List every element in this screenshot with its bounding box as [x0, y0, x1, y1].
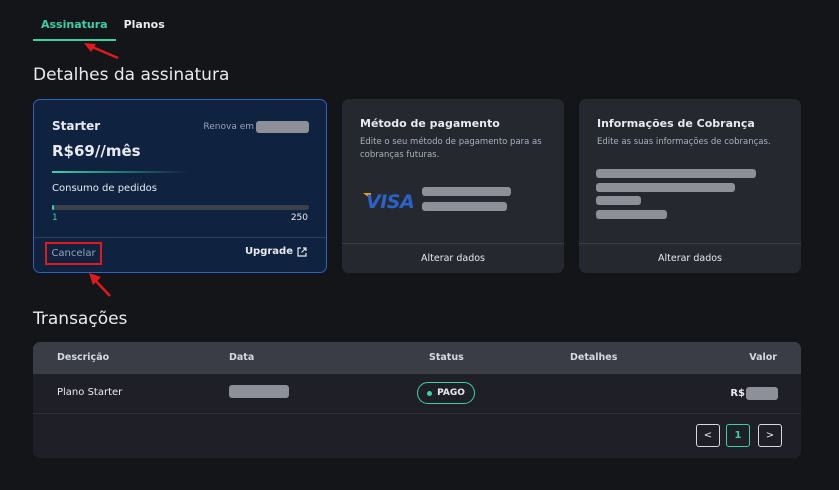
status-dot-icon: [427, 390, 433, 396]
billing-info-card: Informações de Cobrança Edite as suas in…: [579, 99, 801, 273]
redacted-billing-line: [596, 169, 756, 178]
value-currency: R$: [730, 388, 745, 399]
external-link-icon: [297, 246, 307, 257]
annotation-arrow-icon: [84, 43, 119, 60]
billing-description: Edite as suas informações de cobranças.: [597, 137, 771, 147]
section-title-details: Detalhes da assinatura: [33, 65, 230, 85]
annotation-arrow-icon: [89, 273, 111, 297]
status-badge: PAGO: [417, 382, 475, 404]
tab-planos[interactable]: Planos: [116, 0, 173, 41]
redacted-billing-line: [596, 183, 735, 192]
transaction-value: R$: [730, 387, 778, 400]
usage-progress-bar: [52, 205, 309, 210]
redacted-billing-line: [596, 210, 667, 219]
renew-label: Renova em: [203, 122, 254, 132]
billing-edit-button[interactable]: Alterar dados: [579, 244, 801, 273]
payment-edit-button[interactable]: Alterar dados: [342, 244, 564, 273]
column-header: Status: [429, 352, 464, 363]
pagination-next-button[interactable]: >: [758, 424, 782, 447]
tab-assinatura[interactable]: Assinatura: [33, 0, 116, 41]
redacted-card-number: [422, 187, 511, 196]
column-header: Valor: [749, 352, 777, 363]
payment-description: Edite o seu método de pagamento para as …: [360, 137, 542, 160]
redacted-card-expiry: [422, 202, 507, 211]
usage-progress-fill: [52, 205, 54, 210]
billing-title: Informações de Cobrança: [597, 117, 755, 130]
section-title-transactions: Transações: [33, 309, 128, 329]
upgrade-button[interactable]: Upgrade: [245, 246, 307, 257]
billing-card-footer: Alterar dados: [579, 243, 801, 273]
payment-title: Método de pagamento: [360, 117, 500, 130]
column-header: Descrição: [57, 352, 110, 363]
table-header: Descrição Data Status Detalhes Valor: [33, 342, 801, 374]
plan-name: Starter: [52, 119, 101, 133]
payment-card-footer: Alterar dados: [342, 243, 564, 273]
table-row: Plano Starter PAGO R$: [33, 374, 801, 414]
renew-info: Renova em: [203, 121, 309, 133]
column-header: Detalhes: [570, 352, 618, 363]
usage-label: Consumo de pedidos: [52, 183, 158, 194]
plan-card-footer: Cancelar Upgrade: [34, 237, 326, 272]
cancel-button[interactable]: Cancelar: [45, 242, 102, 265]
redacted-value: [746, 387, 778, 400]
usage-max: 250: [290, 213, 308, 223]
redacted-date: [229, 385, 289, 398]
pagination-page-1[interactable]: 1: [726, 424, 750, 447]
redacted-renew-date: [256, 121, 309, 133]
tab-bar: Assinatura Planos: [33, 0, 173, 41]
transactions-table: Descrição Data Status Detalhes Valor Pla…: [33, 342, 801, 458]
transaction-description: Plano Starter: [57, 387, 123, 398]
visa-logo: VISA: [366, 191, 415, 213]
pagination-prev-button[interactable]: <: [696, 424, 720, 447]
column-header: Data: [229, 352, 255, 363]
upgrade-label: Upgrade: [244, 246, 293, 257]
price-underline: [52, 171, 190, 173]
plan-card: Starter Renova em R$69//mês Consumo de p…: [33, 99, 327, 273]
payment-method-card: Método de pagamento Edite o seu método d…: [342, 99, 564, 273]
redacted-billing-line: [596, 196, 641, 205]
status-label: PAGO: [437, 388, 465, 398]
usage-min: 1: [52, 213, 58, 223]
plan-price: R$69//mês: [52, 142, 141, 160]
